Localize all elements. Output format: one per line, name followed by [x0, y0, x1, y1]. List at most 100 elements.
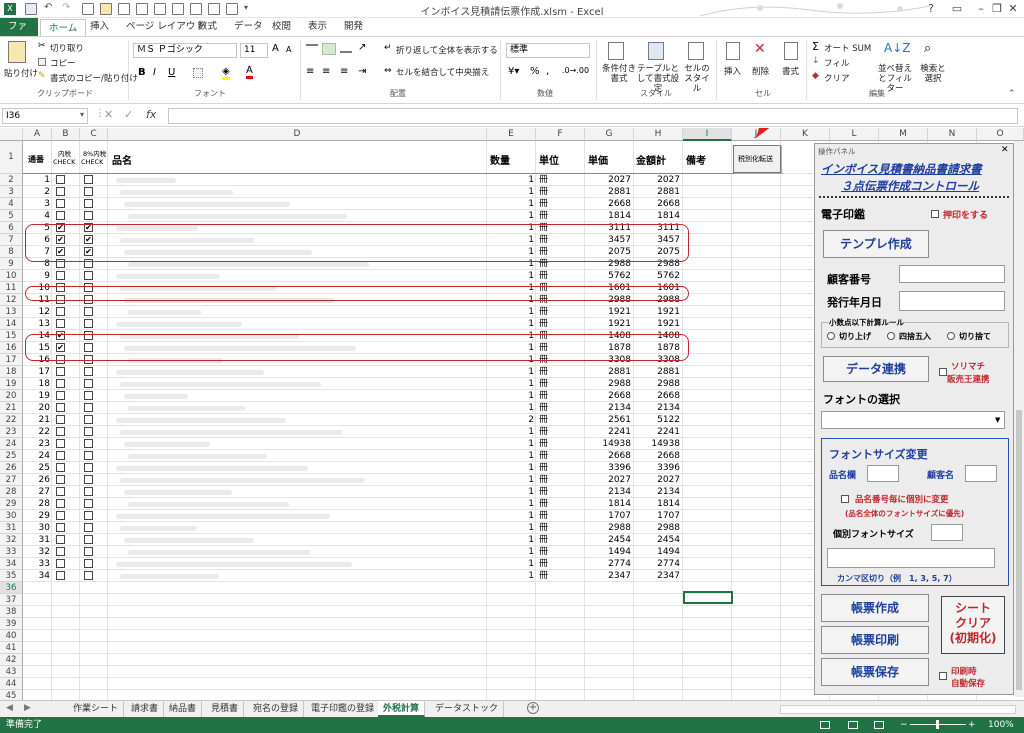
- serial-cell[interactable]: 30: [23, 522, 50, 534]
- amount-cell[interactable]: 14938: [634, 438, 680, 450]
- font-color-icon[interactable]: A: [246, 65, 253, 79]
- serial-cell[interactable]: 25: [23, 462, 50, 474]
- unit-cell[interactable]: 冊: [539, 186, 579, 198]
- unit-cell[interactable]: 冊: [539, 462, 579, 474]
- cut-button[interactable]: 切り取り: [50, 42, 84, 54]
- unit-cell[interactable]: 冊: [539, 426, 579, 438]
- fill-color-icon[interactable]: ◈: [222, 66, 230, 80]
- quantity-cell[interactable]: 1: [487, 558, 534, 570]
- data-link-button[interactable]: データ連携: [823, 356, 929, 382]
- tax-incl-checkbox[interactable]: [56, 547, 65, 556]
- quantity-cell[interactable]: 1: [487, 198, 534, 210]
- unit-cell[interactable]: 冊: [539, 210, 579, 222]
- tax8-checkbox[interactable]: [84, 199, 93, 208]
- tax8-checkbox[interactable]: [84, 307, 93, 316]
- cell-styles-button[interactable]: セルのスタイル: [682, 64, 712, 94]
- amount-cell[interactable]: 2134: [634, 486, 680, 498]
- sheet-tab-7[interactable]: 外税計算: [378, 701, 426, 717]
- issue-date-input[interactable]: [899, 291, 1005, 311]
- font-size-select[interactable]: 11: [240, 43, 268, 58]
- quantity-cell[interactable]: 1: [487, 402, 534, 414]
- unit-price-cell[interactable]: 2561: [585, 414, 631, 426]
- scrollbar-thumb[interactable]: [1016, 410, 1022, 690]
- tax8-checkbox[interactable]: [84, 559, 93, 568]
- stamp-checkbox[interactable]: [931, 210, 939, 218]
- row-header-13[interactable]: 13: [0, 306, 23, 318]
- quantity-cell[interactable]: 1: [487, 306, 534, 318]
- column-header-n[interactable]: N: [928, 128, 977, 141]
- tab-insert[interactable]: 挿入: [82, 18, 117, 36]
- unit-price-cell[interactable]: 14938: [585, 438, 631, 450]
- serial-cell[interactable]: 19: [23, 390, 50, 402]
- serial-cell[interactable]: 26: [23, 474, 50, 486]
- row-header-8[interactable]: 8: [0, 246, 23, 258]
- tax8-checkbox[interactable]: [84, 175, 93, 184]
- amount-cell[interactable]: 1814: [634, 498, 680, 510]
- tax8-checkbox[interactable]: [84, 511, 93, 520]
- solimachi-checkbox[interactable]: [939, 368, 947, 376]
- serial-cell[interactable]: 29: [23, 510, 50, 522]
- wrap-text-button[interactable]: 折り返して全体を表示する: [396, 44, 498, 56]
- unit-price-cell[interactable]: 2668: [585, 450, 631, 462]
- row-header-24[interactable]: 24: [0, 438, 23, 450]
- tax-incl-checkbox[interactable]: [56, 559, 65, 568]
- column-header-c[interactable]: C: [80, 128, 108, 141]
- orientation-icon[interactable]: ↗: [358, 42, 366, 53]
- individual-size-checkbox[interactable]: [841, 495, 849, 503]
- item-numbers-input[interactable]: [827, 548, 995, 568]
- tax-incl-checkbox[interactable]: [56, 199, 65, 208]
- unit-cell[interactable]: 冊: [539, 378, 579, 390]
- serial-cell[interactable]: 12: [23, 306, 50, 318]
- row-header-2[interactable]: 2: [0, 174, 23, 186]
- close-icon[interactable]: ✕: [1000, 0, 1024, 18]
- sheet-tab-3[interactable]: 納品書: [164, 701, 203, 717]
- namebox-dropdown-icon[interactable]: ▾: [80, 110, 84, 119]
- column-header-g[interactable]: G: [585, 128, 634, 141]
- tax8-checkbox[interactable]: [84, 535, 93, 544]
- serial-cell[interactable]: 2: [23, 186, 50, 198]
- sheet-tab-5[interactable]: 宛名の登録: [248, 701, 305, 717]
- row-header-32[interactable]: 32: [0, 534, 23, 546]
- row-header-26[interactable]: 26: [0, 462, 23, 474]
- row-header-12[interactable]: 12: [0, 294, 23, 306]
- row-header-9[interactable]: 9: [0, 258, 23, 270]
- tax8-checkbox[interactable]: [84, 571, 93, 580]
- unit-price-cell[interactable]: 2881: [585, 366, 631, 378]
- amount-cell[interactable]: 1814: [634, 210, 680, 222]
- row-header-23[interactable]: 23: [0, 426, 23, 438]
- amount-cell[interactable]: 2454: [634, 534, 680, 546]
- row-header-36[interactable]: 36: [0, 582, 23, 594]
- increase-decimal-icon[interactable]: .0→.00: [562, 66, 589, 75]
- row-header-28[interactable]: 28: [0, 486, 23, 498]
- sheet-tab-2[interactable]: 請求書: [126, 701, 165, 717]
- quantity-cell[interactable]: 1: [487, 462, 534, 474]
- unit-price-cell[interactable]: 5762: [585, 270, 631, 282]
- italic-button[interactable]: I: [153, 67, 156, 78]
- form-save-button[interactable]: 帳票保存: [821, 658, 929, 686]
- shrink-font-icon[interactable]: A: [286, 45, 291, 54]
- unit-price-cell[interactable]: 1921: [585, 306, 631, 318]
- tax-incl-checkbox[interactable]: [56, 475, 65, 484]
- quantity-cell[interactable]: 1: [487, 438, 534, 450]
- serial-cell[interactable]: 9: [23, 270, 50, 282]
- serial-cell[interactable]: 3: [23, 198, 50, 210]
- row-header-38[interactable]: 38: [0, 606, 23, 618]
- row-header-6[interactable]: 6: [0, 222, 23, 234]
- tax-incl-checkbox[interactable]: [56, 499, 65, 508]
- insert-function-icon[interactable]: fx: [146, 108, 156, 121]
- row-header-11[interactable]: 11: [0, 282, 23, 294]
- row-header-15[interactable]: 15: [0, 330, 23, 342]
- panel-close-icon[interactable]: ✕: [1001, 145, 1009, 155]
- collapse-ribbon-icon[interactable]: ⌃: [1008, 89, 1016, 99]
- column-header-f[interactable]: F: [536, 128, 585, 141]
- tax8-checkbox[interactable]: [84, 211, 93, 220]
- find-select-button[interactable]: 検索と選択: [918, 64, 948, 84]
- row-header-43[interactable]: 43: [0, 666, 23, 678]
- row-header-31[interactable]: 31: [0, 522, 23, 534]
- sheet-tab-8[interactable]: データストック: [430, 701, 505, 717]
- column-header-a[interactable]: A: [23, 128, 52, 141]
- row-header-42[interactable]: 42: [0, 654, 23, 666]
- tax8-checkbox[interactable]: [84, 187, 93, 196]
- select-all-corner[interactable]: [0, 128, 23, 141]
- font-name-select[interactable]: ＭＳ Ｐゴシック: [133, 43, 237, 58]
